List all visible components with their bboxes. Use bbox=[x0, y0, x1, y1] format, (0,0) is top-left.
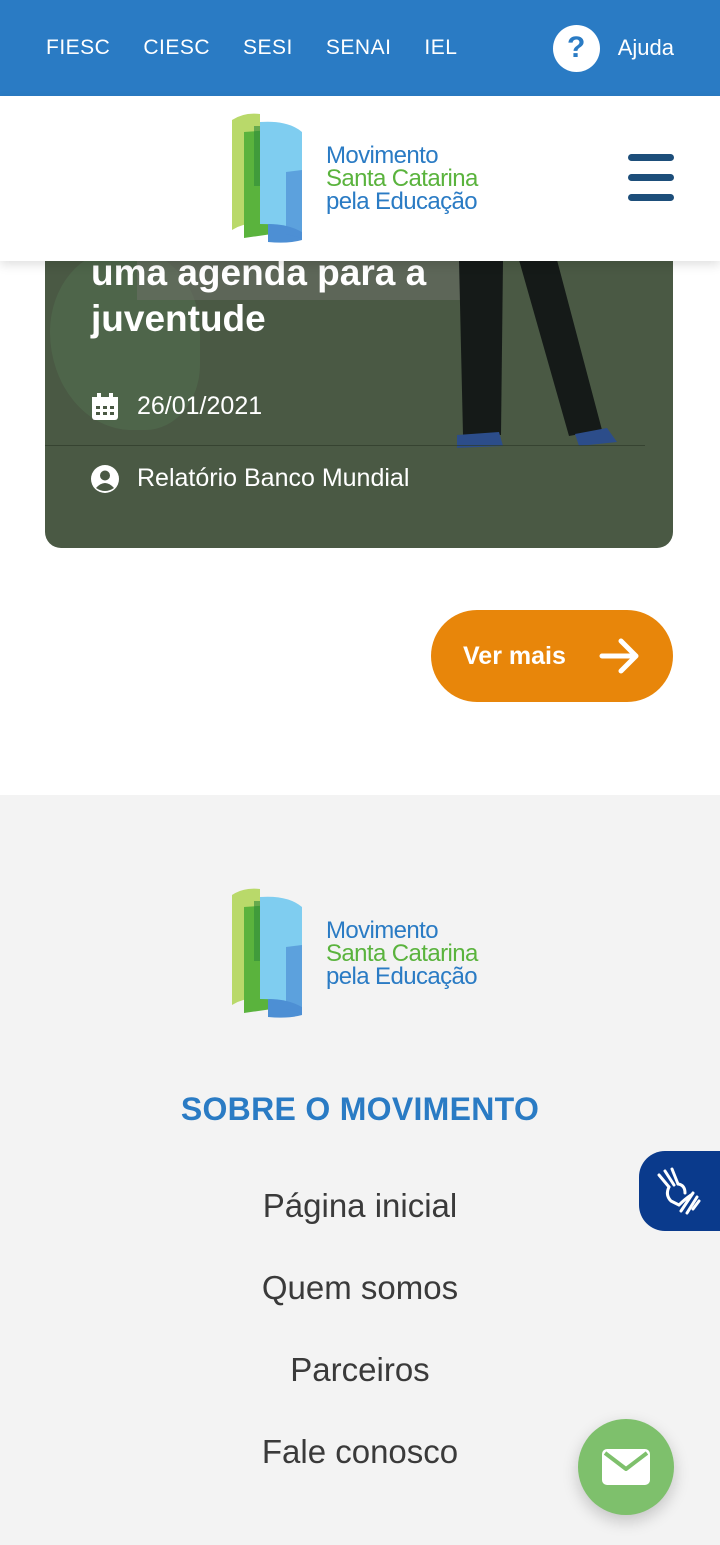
footer-heading: SOBRE O MOVIMENTO bbox=[180, 1091, 540, 1127]
footer-link-partners[interactable]: Parceiros bbox=[0, 1347, 720, 1429]
link-ciesc[interactable]: CIESC bbox=[143, 36, 210, 60]
logo-line-2: Santa Catarina bbox=[326, 939, 478, 967]
link-fiesc[interactable]: FIESC bbox=[46, 36, 110, 60]
calendar-icon bbox=[92, 392, 118, 420]
logo-wordmark: Movimento Santa Catarina pela Educação bbox=[326, 141, 478, 215]
help-label: Ajuda bbox=[617, 35, 674, 60]
link-iel[interactable]: IEL bbox=[424, 36, 457, 60]
footer-logo[interactable]: Movimento Santa Catarina pela Educação bbox=[230, 887, 478, 1019]
ver-mais-label: Ver mais bbox=[463, 641, 566, 670]
link-senai[interactable]: SENAI bbox=[326, 36, 392, 60]
menu-icon[interactable] bbox=[628, 154, 674, 201]
ver-mais-button[interactable]: Ver mais bbox=[431, 610, 673, 702]
top-institutional-bar: FIESC CIESC SESI SENAI IEL ? Ajuda bbox=[0, 0, 720, 96]
libras-accessibility-button[interactable] bbox=[639, 1151, 720, 1231]
logo-line-3: pela Educação bbox=[326, 962, 478, 990]
logo-mark-icon bbox=[232, 888, 302, 1018]
contact-float-button[interactable] bbox=[578, 1419, 674, 1515]
help-button[interactable]: ? Ajuda bbox=[552, 24, 674, 72]
institution-links: FIESC CIESC SESI SENAI IEL bbox=[46, 0, 490, 96]
user-circle-icon bbox=[91, 464, 119, 493]
footer-link-home[interactable]: Página inicial bbox=[0, 1183, 720, 1265]
card-author-text: Relatório Banco Mundial bbox=[137, 464, 410, 492]
card-title[interactable]: uma agenda para a juventude bbox=[91, 250, 611, 342]
logo-wordmark: Movimento Santa Catarina pela Educação bbox=[326, 916, 478, 990]
site-header: Movimento Santa Catarina pela Educação bbox=[0, 96, 720, 261]
logo-line-2: Santa Catarina bbox=[326, 164, 478, 192]
card-divider bbox=[45, 445, 645, 446]
card-date: 26/01/2021 bbox=[91, 392, 262, 421]
envelope-icon bbox=[602, 1449, 650, 1485]
link-sesi[interactable]: SESI bbox=[243, 36, 293, 60]
site-logo[interactable]: Movimento Santa Catarina pela Educação bbox=[230, 112, 478, 244]
arrow-right-icon bbox=[599, 638, 639, 674]
card-author: Relatório Banco Mundial bbox=[91, 464, 409, 493]
sign-language-icon bbox=[657, 1167, 701, 1215]
card-date-text: 26/01/2021 bbox=[137, 392, 263, 420]
logo-mark-icon bbox=[232, 113, 302, 243]
logo-line-1: Movimento bbox=[326, 141, 439, 169]
logo-line-3: pela Educação bbox=[326, 187, 478, 215]
logo-line-1: Movimento bbox=[326, 916, 439, 944]
footer-link-about[interactable]: Quem somos bbox=[0, 1265, 720, 1347]
help-icon: ? bbox=[552, 24, 600, 72]
